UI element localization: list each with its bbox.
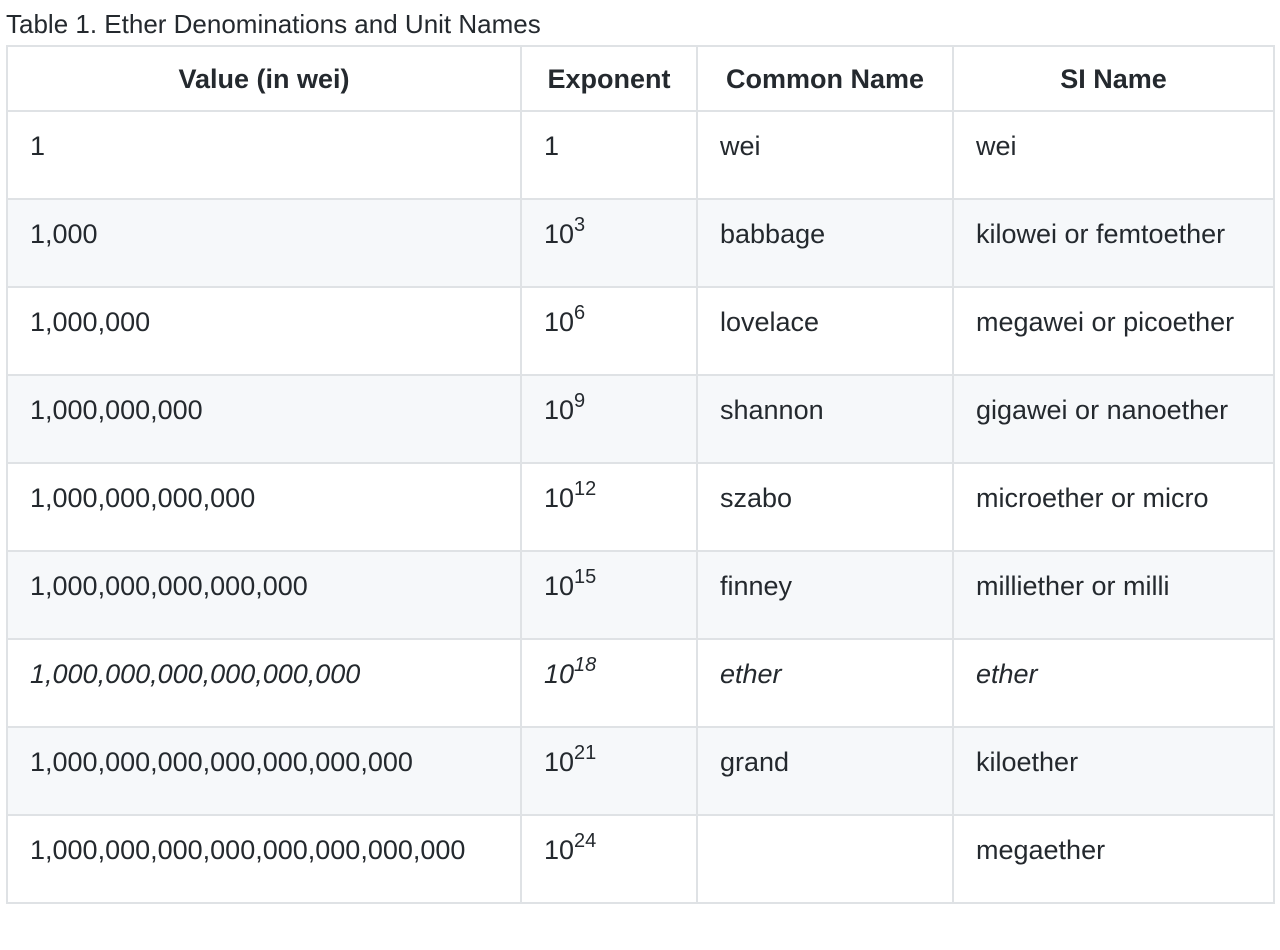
cell-value-wei: 1,000,000,000,000,000 (6, 550, 522, 640)
table-row: 1,000,000,000,000,000,000,000,000 1024 meg… (6, 814, 1275, 904)
cell-common-name: finney (696, 550, 954, 640)
table-row: 1,000,000 106 lovelace megawei or picoether (6, 286, 1275, 376)
cell-exponent: 1012 (520, 462, 698, 552)
cell-value-wei: 1,000,000,000,000,000,000 (6, 638, 522, 728)
cell-common-name: grand (696, 726, 954, 816)
exponent-base: 10 (544, 395, 575, 425)
cell-common-name: szabo (696, 462, 954, 552)
exponent-power: 6 (574, 302, 586, 324)
table-caption: Table 1. Ether Denominations and Unit Na… (6, 9, 541, 39)
exponent-power: 3 (574, 214, 586, 236)
header-common-name: Common Name (696, 45, 954, 112)
cell-value-wei: 1,000,000,000 (6, 374, 522, 464)
ether-denominations-table: Value (in wei) Exponent Common Name SI N… (6, 45, 1275, 904)
table-row: 1,000,000,000,000,000,000,000 1021 grand ki… (6, 726, 1275, 816)
table-header-row: Value (in wei) Exponent Common Name SI N… (6, 45, 1275, 112)
cell-value-wei: 1 (6, 110, 522, 200)
cell-common-name: babbage (696, 198, 954, 288)
cell-exponent: 1021 (520, 726, 698, 816)
cell-exponent: 1024 (520, 814, 698, 904)
cell-value-wei: 1,000,000,000,000,000,000,000,000 (6, 814, 522, 904)
cell-si-name: megaether (952, 814, 1275, 904)
header-exponent: Exponent (520, 45, 698, 112)
table-row: 1 1 wei wei (6, 110, 1275, 200)
cell-common-name: shannon (696, 374, 954, 464)
cell-si-name: megawei or picoether (952, 286, 1275, 376)
cell-common-name: lovelace (696, 286, 954, 376)
cell-si-name: kiloether (952, 726, 1275, 816)
cell-si-name: wei (952, 110, 1275, 200)
table-row: 1,000,000,000,000,000,000 1018 ether ether (6, 638, 1275, 728)
exponent-base: 10 (544, 219, 575, 249)
exponent-base: 10 (544, 835, 575, 865)
cell-exponent: 1 (520, 110, 698, 200)
exponent-power: 9 (574, 390, 586, 412)
cell-value-wei: 1,000,000 (6, 286, 522, 376)
table-row: 1,000,000,000,000 1012 szabo microether or … (6, 462, 1275, 552)
cell-si-name: microether or micro (952, 462, 1275, 552)
cell-si-name: ether (952, 638, 1275, 728)
cell-common-name: ether (696, 638, 954, 728)
table-body: 1 1 wei wei 1,000 103 babbage kilowei or femtoe… (6, 110, 1275, 904)
cell-common-name (696, 814, 954, 904)
exponent-power: 18 (574, 654, 597, 676)
exponent-power: 12 (574, 478, 597, 500)
exponent-base: 1 (544, 131, 560, 161)
cell-si-name: milliether or milli (952, 550, 1275, 640)
cell-si-name: gigawei or nanoether (952, 374, 1275, 464)
cell-exponent: 1015 (520, 550, 698, 640)
exponent-power: 21 (574, 742, 597, 764)
cell-value-wei: 1,000 (6, 198, 522, 288)
exponent-power: 24 (574, 830, 597, 852)
cell-exponent: 106 (520, 286, 698, 376)
cell-value-wei: 1,000,000,000,000,000,000,000 (6, 726, 522, 816)
exponent-base: 10 (544, 307, 575, 337)
table-row: 1,000,000,000,000,000 1015 finney milliethe… (6, 550, 1275, 640)
exponent-base: 10 (544, 483, 575, 513)
header-value: Value (in wei) (6, 45, 522, 112)
exponent-base: 10 (544, 747, 575, 777)
cell-si-name: kilowei or femtoether (952, 198, 1275, 288)
cell-exponent: 1018 (520, 638, 698, 728)
exponent-power: 15 (574, 566, 597, 588)
table-row: 1,000 103 babbage kilowei or femtoether (6, 198, 1275, 288)
exponent-base: 10 (544, 659, 575, 689)
exponent-base: 10 (544, 571, 575, 601)
cell-exponent: 109 (520, 374, 698, 464)
header-si-name: SI Name (952, 45, 1275, 112)
cell-exponent: 103 (520, 198, 698, 288)
table-row: 1,000,000,000 109 shannon gigawei or nanoet… (6, 374, 1275, 464)
cell-value-wei: 1,000,000,000,000 (6, 462, 522, 552)
cell-common-name: wei (696, 110, 954, 200)
